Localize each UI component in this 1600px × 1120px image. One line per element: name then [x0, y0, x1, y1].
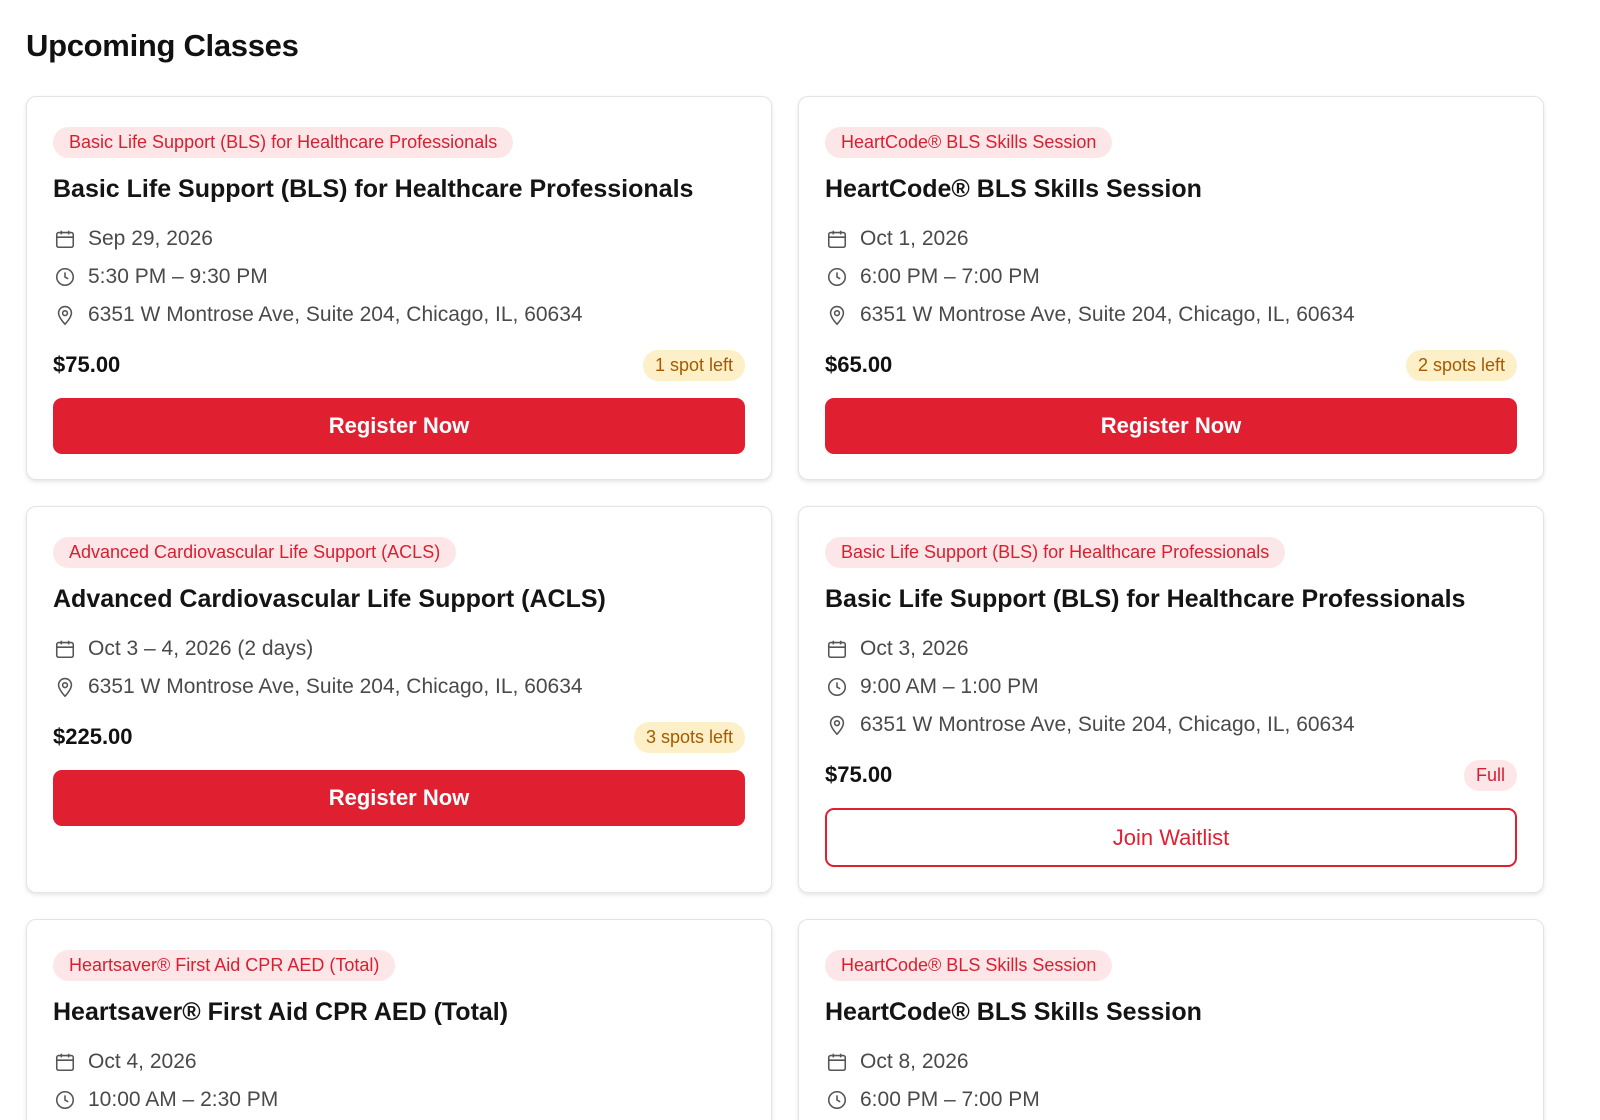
availability-badge: Full [1463, 759, 1517, 791]
location-text: 6351 W Montrose Ave, Suite 204, Chicago,… [88, 675, 583, 698]
meta-time: 5:30 PM – 9:30 PM [53, 258, 745, 296]
register-now-button[interactable]: Register Now [53, 398, 745, 454]
location-text: 6351 W Montrose Ave, Suite 204, Chicago,… [860, 303, 1355, 326]
calendar-icon [825, 1050, 849, 1074]
course-tag: Basic Life Support (BLS) for Healthcare … [825, 537, 1286, 568]
meta-location: 6351 W Montrose Ave, Suite 204, Chicago,… [825, 706, 1517, 744]
class-card: HeartCode® BLS Skills Session HeartCode® … [798, 919, 1544, 1120]
class-title: Heartsaver® First Aid CPR AED (Total) [53, 998, 509, 1026]
date-text: Oct 3 – 4, 2026 (2 days) [88, 637, 314, 660]
course-tag: HeartCode® BLS Skills Session [825, 127, 1113, 158]
meta-date: Oct 3 – 4, 2026 (2 days) [53, 630, 745, 668]
meta-date: Oct 8, 2026 [825, 1043, 1517, 1081]
date-text: Sep 29, 2026 [88, 227, 213, 250]
price: $75.00 [825, 762, 893, 787]
availability-badge: 2 spots left [1405, 349, 1517, 381]
class-title: HeartCode® BLS Skills Session [825, 998, 1202, 1026]
class-grid: Basic Life Support (BLS) for Healthcare … [26, 96, 1574, 1120]
price-row: $75.00 Full [825, 758, 1517, 792]
course-tag: Basic Life Support (BLS) for Healthcare … [53, 127, 514, 158]
price-row: $65.00 2 spots left [825, 348, 1517, 382]
meta-location: 6351 W Montrose Ave, Suite 204, Chicago,… [53, 668, 745, 706]
class-card: Basic Life Support (BLS) for Healthcare … [798, 506, 1544, 893]
meta-location: 6351 W Montrose Ave, Suite 204, Chicago,… [825, 296, 1517, 334]
location-text: 6351 W Montrose Ave, Suite 204, Chicago,… [860, 713, 1355, 736]
price-row: $225.00 3 spots left [53, 720, 745, 754]
clock-icon [53, 1088, 77, 1112]
meta-time: 10:00 AM – 2:30 PM [53, 1081, 745, 1119]
class-title: Basic Life Support (BLS) for Healthcare … [825, 585, 1466, 613]
calendar-icon [53, 1050, 77, 1074]
meta-date: Oct 1, 2026 [825, 220, 1517, 258]
meta-date: Oct 4, 2026 [53, 1043, 745, 1081]
availability-badge: 3 spots left [633, 721, 745, 753]
meta-location: 6351 W Montrose Ave, Suite 204, Chicago,… [53, 296, 745, 334]
price: $65.00 [825, 352, 893, 377]
class-meta: Oct 3 – 4, 2026 (2 days) 6351 W Montrose … [53, 630, 745, 706]
calendar-icon [825, 227, 849, 251]
class-card: Advanced Cardiovascular Life Support (AC… [26, 506, 772, 893]
map-pin-icon [53, 675, 77, 699]
price: $225.00 [53, 724, 133, 749]
course-tag: Heartsaver® First Aid CPR AED (Total) [53, 950, 396, 981]
meta-time: 6:00 PM – 7:00 PM [825, 258, 1517, 296]
class-card: HeartCode® BLS Skills Session HeartCode® … [798, 96, 1544, 480]
register-now-button[interactable]: Register Now [53, 770, 745, 826]
price-row: $75.00 1 spot left [53, 348, 745, 382]
price: $75.00 [53, 352, 121, 377]
date-text: Oct 4, 2026 [88, 1050, 197, 1073]
class-meta: Oct 4, 2026 10:00 AM – 2:30 PM [53, 1043, 745, 1119]
meta-date: Sep 29, 2026 [53, 220, 745, 258]
class-meta: Oct 8, 2026 6:00 PM – 7:00 PM [825, 1043, 1517, 1119]
meta-date: Oct 3, 2026 [825, 630, 1517, 668]
time-text: 10:00 AM – 2:30 PM [88, 1088, 279, 1111]
calendar-icon [53, 637, 77, 661]
page: Upcoming Classes Basic Life Support (BLS… [0, 0, 1600, 1120]
meta-time: 6:00 PM – 7:00 PM [825, 1081, 1517, 1119]
location-text: 6351 W Montrose Ave, Suite 204, Chicago,… [88, 303, 583, 326]
clock-icon [825, 675, 849, 699]
map-pin-icon [825, 303, 849, 327]
map-pin-icon [825, 713, 849, 737]
date-text: Oct 3, 2026 [860, 637, 969, 660]
time-text: 6:00 PM – 7:00 PM [860, 1088, 1040, 1111]
date-text: Oct 8, 2026 [860, 1050, 969, 1073]
class-meta: Oct 1, 2026 6:00 PM – 7:00 PM 6351 W Montr… [825, 220, 1517, 334]
time-text: 6:00 PM – 7:00 PM [860, 265, 1040, 288]
class-card: Basic Life Support (BLS) for Healthcare … [26, 96, 772, 480]
class-meta: Sep 29, 2026 5:30 PM – 9:30 PM 6351 W Mont… [53, 220, 745, 334]
class-title: Advanced Cardiovascular Life Support (AC… [53, 585, 606, 613]
time-text: 5:30 PM – 9:30 PM [88, 265, 268, 288]
join-waitlist-button[interactable]: Join Waitlist [825, 808, 1517, 867]
class-title: HeartCode® BLS Skills Session [825, 175, 1202, 203]
clock-icon [825, 265, 849, 289]
clock-icon [825, 1088, 849, 1112]
time-text: 9:00 AM – 1:00 PM [860, 675, 1039, 698]
map-pin-icon [53, 303, 77, 327]
meta-time: 9:00 AM – 1:00 PM [825, 668, 1517, 706]
register-now-button[interactable]: Register Now [825, 398, 1517, 454]
course-tag: HeartCode® BLS Skills Session [825, 950, 1113, 981]
availability-badge: 1 spot left [642, 349, 745, 381]
calendar-icon [53, 227, 77, 251]
clock-icon [53, 265, 77, 289]
class-meta: Oct 3, 2026 9:00 AM – 1:00 PM 6351 W Montr… [825, 630, 1517, 744]
course-tag: Advanced Cardiovascular Life Support (AC… [53, 537, 457, 568]
page-title: Upcoming Classes [26, 28, 299, 63]
date-text: Oct 1, 2026 [860, 227, 969, 250]
class-title: Basic Life Support (BLS) for Healthcare … [53, 175, 694, 203]
calendar-icon [825, 637, 849, 661]
class-card: Heartsaver® First Aid CPR AED (Total) Hea… [26, 919, 772, 1120]
